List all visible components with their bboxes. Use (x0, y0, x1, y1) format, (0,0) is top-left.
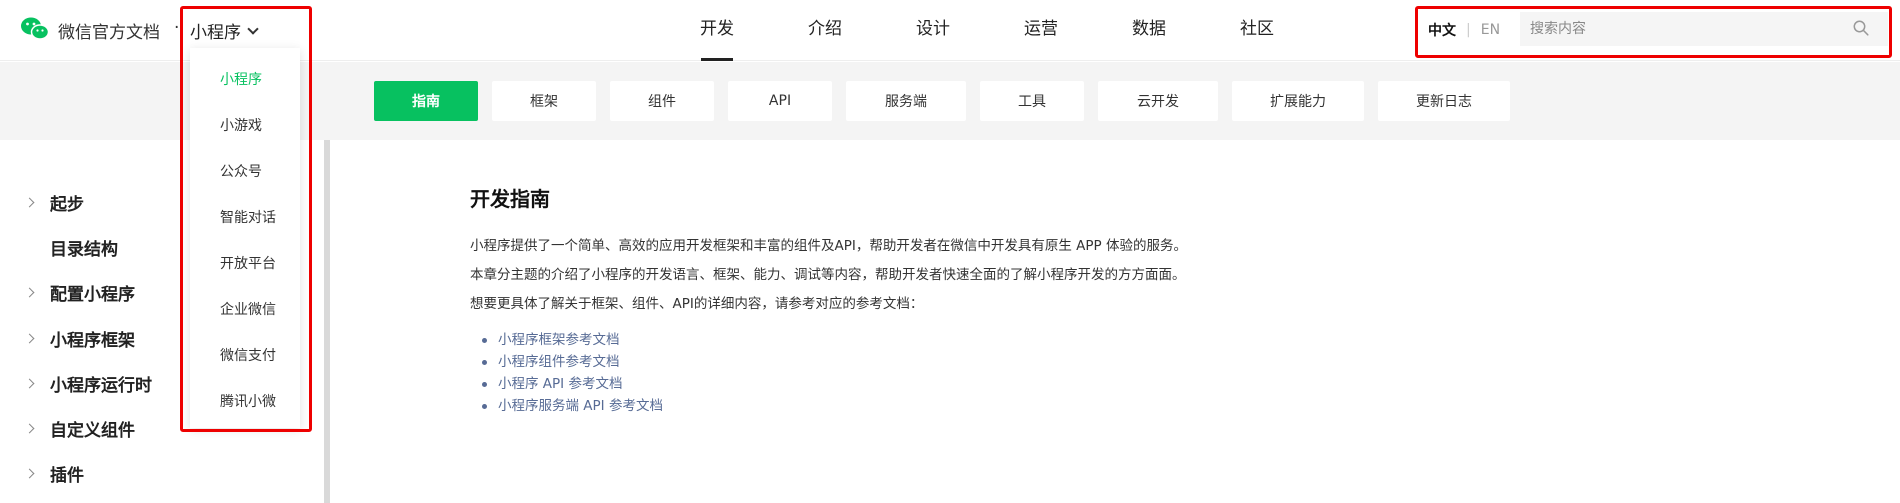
chevron-right-icon (24, 333, 35, 343)
lang-zh[interactable]: 中文 (1428, 20, 1456, 40)
reference-links: 小程序框架参考文档 小程序组件参考文档 小程序 API 参考文档 小程序服务端 … (482, 329, 1570, 417)
tab-extensions[interactable]: 扩展能力 (1232, 81, 1364, 121)
sidebar-item-label: 小程序运行时 (50, 375, 152, 396)
intro-paragraph: 小程序提供了一个简单、高效的应用开发框架和丰富的组件及API，帮助开发者在微信中… (470, 238, 1187, 254)
lang-divider: | (1466, 22, 1471, 38)
nav-data[interactable]: 数据 (1095, 0, 1203, 61)
nav-develop[interactable]: 开发 (663, 0, 771, 61)
menu-item-official-account[interactable]: 公众号 (220, 161, 262, 181)
main-content: 开发指南 小程序提供了一个简单、高效的应用开发框架和丰富的组件及API，帮助开发… (470, 183, 1570, 417)
link-framework-reference[interactable]: 小程序框架参考文档 (498, 332, 620, 348)
nav-design[interactable]: 设计 (879, 0, 987, 61)
tab-tools[interactable]: 工具 (980, 81, 1084, 121)
tab-framework[interactable]: 框架 (492, 81, 596, 121)
chevron-down-icon (247, 22, 259, 35)
brand-separator: · (174, 18, 180, 38)
search-icon[interactable] (1853, 20, 1869, 36)
chevron-right-icon (24, 468, 35, 478)
intro-paragraph: 本章分主题的介绍了小程序的开发语言、框架、能力、调试等内容，帮助开发者快速全面的… (470, 267, 1186, 283)
menu-item-miniprogram[interactable]: 小程序 (220, 69, 262, 89)
menu-item-wechat-pay[interactable]: 微信支付 (220, 345, 276, 365)
menu-item-open-platform[interactable]: 开放平台 (220, 253, 276, 273)
language-switch: 中文 | EN (1428, 20, 1500, 40)
intro-paragraph: 想要更具体了解关于框架、组件、API的详细内容，请参考对应的参考文档： (470, 296, 924, 312)
chevron-right-icon (24, 287, 35, 297)
link-component-reference[interactable]: 小程序组件参考文档 (498, 354, 620, 370)
sub-navigation: 指南 框架 组件 API 服务端 工具 云开发 扩展能力 更新日志 (374, 81, 1510, 121)
wechat-logo-icon[interactable] (20, 16, 50, 42)
menu-item-wecom[interactable]: 企业微信 (220, 299, 276, 319)
tab-api[interactable]: API (728, 81, 832, 121)
product-selector-label: 小程序 (190, 23, 241, 43)
chevron-right-icon (24, 423, 35, 433)
page-title: 开发指南 (470, 187, 550, 211)
tab-server[interactable]: 服务端 (846, 81, 966, 121)
search-input[interactable] (1520, 12, 1888, 46)
tab-components[interactable]: 组件 (610, 81, 714, 121)
link-api-reference[interactable]: 小程序 API 参考文档 (498, 376, 622, 392)
nav-operations[interactable]: 运营 (987, 0, 1095, 61)
top-navigation: 开发 介绍 设计 运营 数据 社区 (663, 0, 1311, 61)
nav-community[interactable]: 社区 (1203, 0, 1311, 61)
sidebar-item-label: 自定义组件 (50, 420, 135, 441)
list-item: 小程序 API 参考文档 (482, 373, 1570, 395)
chevron-right-icon (24, 378, 35, 388)
search-box (1520, 12, 1888, 46)
list-item: 小程序服务端 API 参考文档 (482, 395, 1570, 417)
lang-en[interactable]: EN (1481, 22, 1500, 38)
sidebar-item-label: 插件 (50, 465, 84, 486)
tab-cloud[interactable]: 云开发 (1098, 81, 1218, 121)
menu-item-tencent-xiaowei[interactable]: 腾讯小微 (220, 391, 276, 411)
product-dropdown-menu: 小程序 小游戏 公众号 智能对话 开放平台 企业微信 微信支付 腾讯小微 (190, 48, 300, 428)
list-item: 小程序框架参考文档 (482, 329, 1570, 351)
chevron-right-icon (24, 197, 35, 207)
list-item: 小程序组件参考文档 (482, 351, 1570, 373)
link-server-api-reference[interactable]: 小程序服务端 API 参考文档 (498, 398, 663, 414)
sidebar-item-label: 起步 (50, 194, 84, 215)
product-selector[interactable]: 小程序 (190, 18, 259, 43)
sidebar-item-label: 目录结构 (50, 239, 118, 260)
nav-intro[interactable]: 介绍 (771, 0, 879, 61)
menu-item-smart-dialog[interactable]: 智能对话 (220, 207, 276, 227)
brand-title[interactable]: 微信官方文档 (58, 18, 160, 43)
tab-changelog[interactable]: 更新日志 (1378, 81, 1510, 121)
sidebar-item-label: 小程序框架 (50, 330, 135, 351)
tab-guide[interactable]: 指南 (374, 81, 478, 121)
menu-item-minigame[interactable]: 小游戏 (220, 115, 262, 135)
sidebar-item-label: 配置小程序 (50, 284, 135, 305)
